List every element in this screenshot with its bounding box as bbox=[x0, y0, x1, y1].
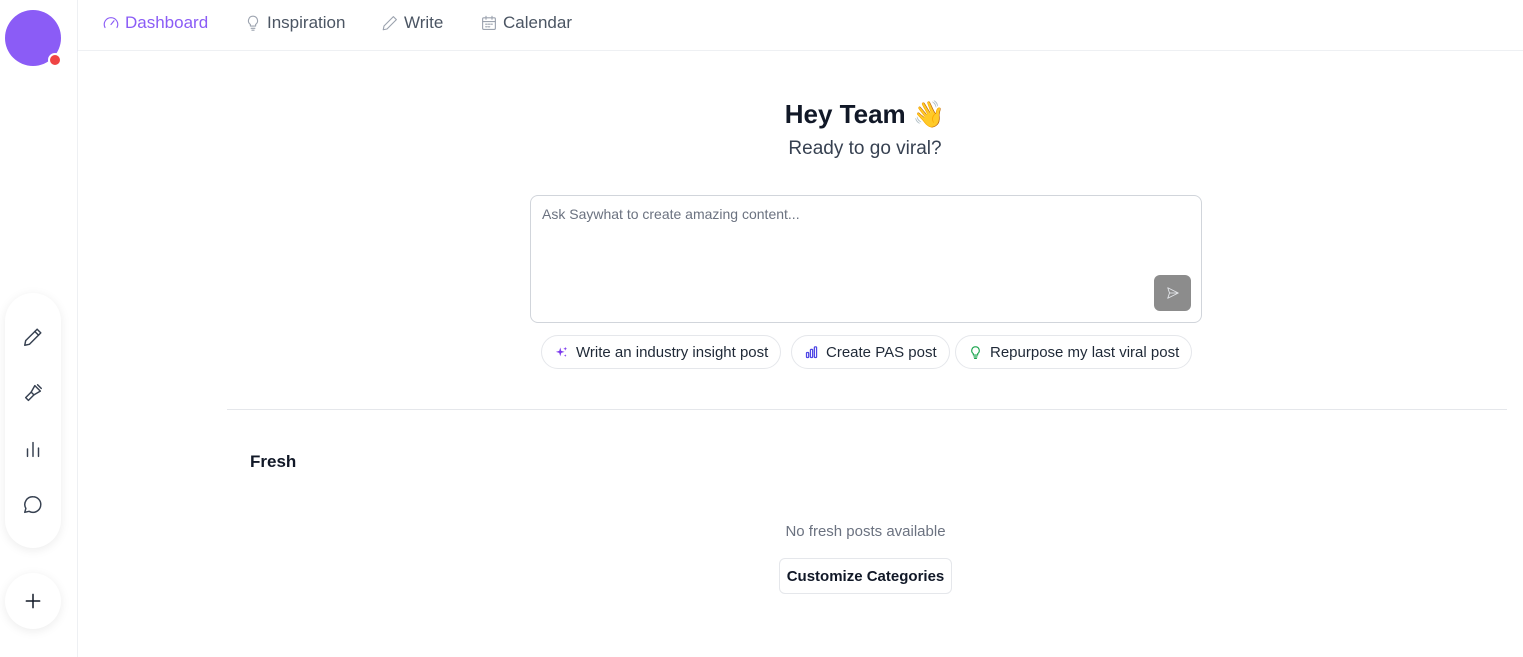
tab-label: Write bbox=[404, 13, 444, 32]
tab-label: Dashboard bbox=[125, 13, 209, 32]
tab-inspiration[interactable]: Inspiration bbox=[244, 12, 345, 34]
left-sidebar bbox=[0, 0, 78, 657]
write-tool-button[interactable] bbox=[5, 309, 61, 365]
suggestion-chip-industry-insight[interactable]: Write an industry insight post bbox=[541, 335, 782, 369]
plus-icon bbox=[25, 593, 41, 609]
tab-calendar[interactable]: Calendar bbox=[480, 12, 572, 34]
add-button[interactable] bbox=[5, 573, 61, 629]
chip-label: Repurpose my last viral post bbox=[990, 343, 1180, 361]
top-nav: Dashboard Inspiration Write Calendar bbox=[78, 0, 1523, 51]
page-subtitle: Ready to go viral? bbox=[788, 138, 942, 159]
lightbulb-icon bbox=[247, 15, 259, 31]
tab-write[interactable]: Write bbox=[381, 12, 443, 34]
tab-label: Inspiration bbox=[267, 13, 346, 32]
prompt-box bbox=[530, 195, 1202, 323]
tool-panel bbox=[5, 293, 61, 548]
sparkles-icon bbox=[555, 346, 568, 357]
chip-label: Create PAS post bbox=[826, 343, 937, 361]
gauge-icon bbox=[103, 17, 119, 29]
chat-bubble-icon bbox=[24, 496, 42, 514]
suggestion-chip-repurpose[interactable]: Repurpose my last viral post bbox=[955, 335, 1193, 369]
app-root: Dashboard Inspiration Write Calendar Hey… bbox=[0, 0, 1523, 657]
fresh-section-title: Fresh bbox=[250, 452, 297, 471]
bar-chart-icon bbox=[26, 441, 40, 458]
page-title: Hey Team 👋 bbox=[784, 99, 946, 129]
send-button[interactable] bbox=[1154, 275, 1191, 311]
suggestion-chip-pas-post[interactable]: Create PAS post bbox=[791, 335, 950, 369]
lightbulb-icon bbox=[971, 345, 980, 359]
pencil-icon bbox=[24, 328, 42, 346]
prompt-input[interactable] bbox=[531, 196, 1201, 322]
send-icon bbox=[1166, 287, 1179, 299]
section-divider bbox=[227, 409, 1507, 410]
brand-style-tool-button[interactable] bbox=[5, 365, 61, 421]
chip-label: Write an industry insight post bbox=[576, 343, 769, 361]
analytics-tool-button[interactable] bbox=[5, 421, 61, 477]
pencil-icon bbox=[382, 16, 397, 31]
paintbrush-icon bbox=[24, 384, 42, 402]
tab-label: Calendar bbox=[503, 13, 572, 32]
bar-chart-icon bbox=[805, 345, 818, 358]
empty-state-message: No fresh posts available bbox=[785, 523, 946, 540]
chat-tool-button[interactable] bbox=[5, 477, 61, 533]
notification-dot bbox=[48, 53, 62, 67]
calendar-icon bbox=[482, 15, 496, 30]
tab-dashboard[interactable]: Dashboard bbox=[102, 12, 208, 34]
customize-categories-button[interactable]: Customize Categories bbox=[779, 558, 952, 594]
